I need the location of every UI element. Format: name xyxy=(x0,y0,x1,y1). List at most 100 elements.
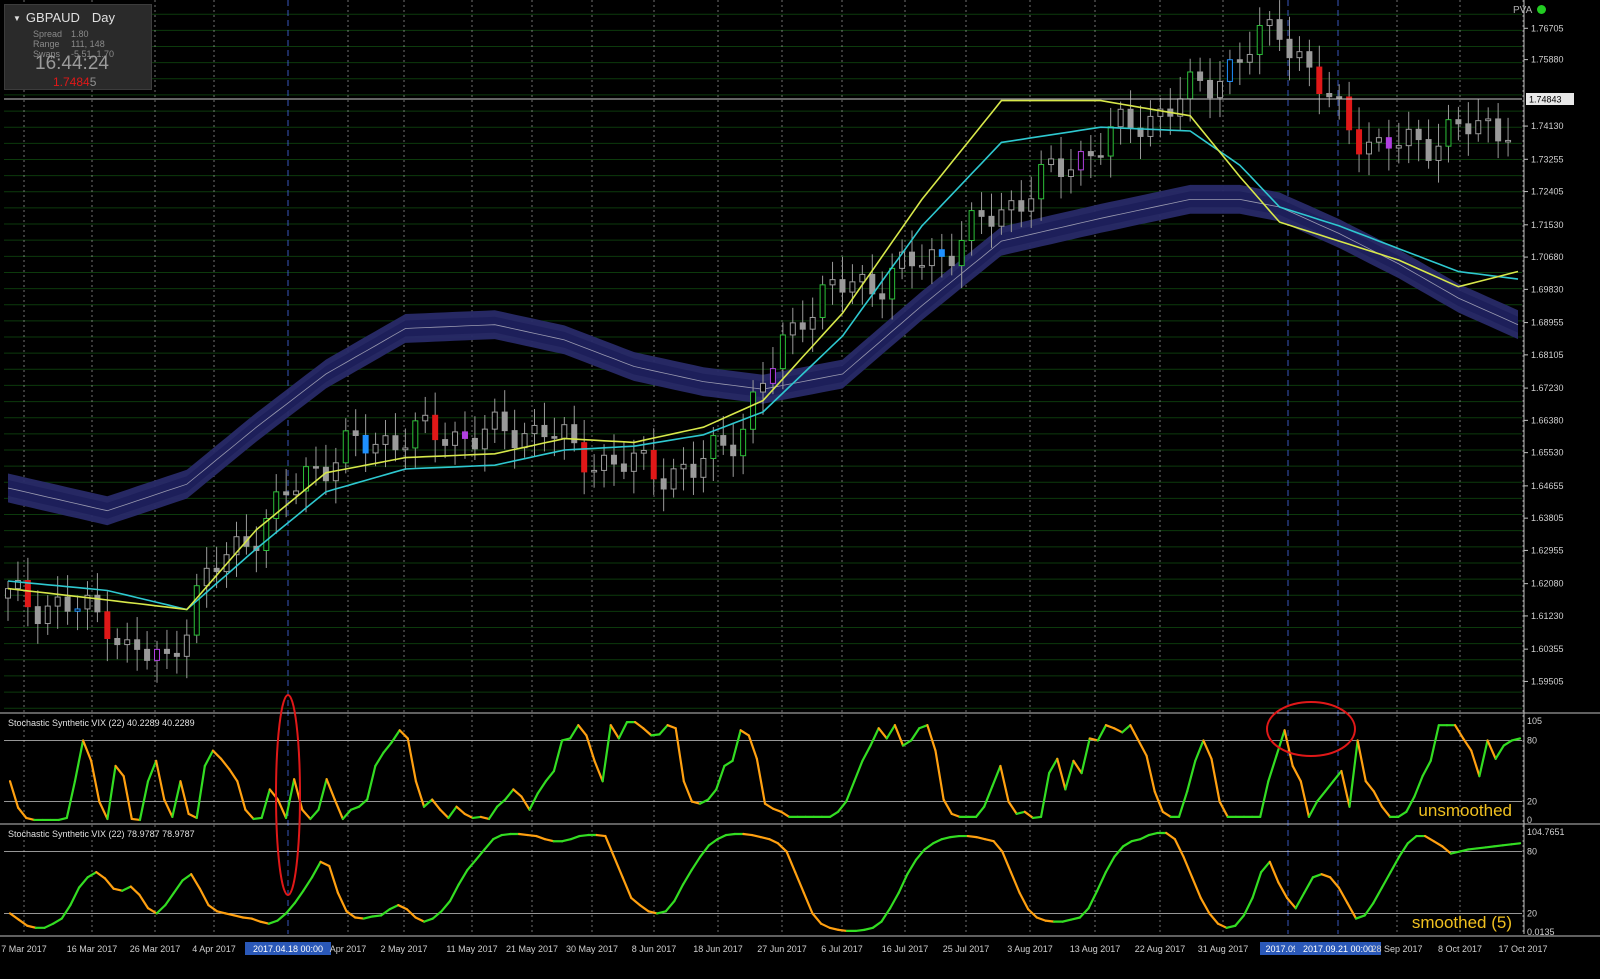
price-tick-label: 1.62955 xyxy=(1531,545,1564,555)
stoch-smoothed-segment xyxy=(578,833,590,838)
stoch-smoothed-segment xyxy=(595,833,607,838)
candle xyxy=(869,273,876,295)
candle xyxy=(958,240,965,267)
candle xyxy=(183,634,190,657)
candle xyxy=(94,594,101,613)
candle xyxy=(650,449,657,480)
candle xyxy=(283,491,290,496)
time-tick-label: 8 Oct 2017 xyxy=(1438,944,1482,954)
candle xyxy=(511,430,518,449)
candle xyxy=(978,210,985,217)
candle xyxy=(809,316,816,330)
candle xyxy=(1147,115,1154,137)
candle xyxy=(760,382,766,393)
candle xyxy=(601,454,608,471)
price-tick-label: 1.65530 xyxy=(1531,448,1564,458)
candle xyxy=(1356,129,1363,155)
candle xyxy=(24,580,31,608)
candle xyxy=(1067,169,1074,178)
candle xyxy=(362,434,369,454)
price-tick-label: 1.68105 xyxy=(1531,350,1564,360)
stoch-unsmoothed-annotation: unsmoothed xyxy=(1418,801,1512,820)
stoch-smoothed-title: Stochastic Synthetic VIX (22) 78.9787 78… xyxy=(8,829,195,839)
stoch-smoothed-segment xyxy=(1475,846,1487,850)
candle xyxy=(74,608,81,612)
price-last-digit: 5 xyxy=(89,75,97,89)
candle xyxy=(481,428,488,450)
candle xyxy=(779,334,786,370)
candle xyxy=(213,567,220,573)
time-tick-label: 6 Jul 2017 xyxy=(821,944,863,954)
candle xyxy=(1395,145,1402,149)
stoch-smoothed-segment xyxy=(1044,919,1056,923)
candle xyxy=(293,490,300,496)
stoch-unsmoothed-tick-label: 80 xyxy=(1527,735,1537,745)
candle xyxy=(1107,126,1114,157)
candle xyxy=(1187,71,1194,100)
price-tick-label: 1.76705 xyxy=(1531,23,1564,33)
candle xyxy=(1236,59,1243,63)
price-tick-label: 1.71530 xyxy=(1531,220,1564,230)
stoch-smoothed-segment xyxy=(949,834,961,839)
candle xyxy=(1455,119,1462,125)
price-tick-label: 1.63805 xyxy=(1531,513,1564,523)
price-tick-label: 1.60355 xyxy=(1531,644,1564,654)
candle xyxy=(1415,128,1422,141)
price-tick-label: 1.68955 xyxy=(1531,318,1564,328)
candle xyxy=(173,652,180,657)
time-tick-label: 28 Sep 2017 xyxy=(1371,944,1422,954)
candle xyxy=(1077,151,1084,171)
range-value: 111, 148 xyxy=(71,39,105,49)
candle xyxy=(432,414,439,441)
stoch-unsmoothed-segment xyxy=(130,817,141,822)
stoch-smoothed-segment xyxy=(854,928,866,933)
status-dot-icon xyxy=(1537,5,1547,14)
price-tick-label: 1.74130 xyxy=(1531,121,1564,131)
stoch-smoothed-segment xyxy=(1484,845,1496,849)
time-tick-label: 22 Aug 2017 xyxy=(1135,944,1186,954)
stoch-unsmoothed-segment xyxy=(650,733,661,737)
candle xyxy=(1266,19,1273,27)
price-tick-label: 1.72405 xyxy=(1531,187,1564,197)
time-tick-label: 17 Oct 2017 xyxy=(1498,944,1547,954)
stoch-smoothed-segment xyxy=(526,833,538,838)
candle xyxy=(342,430,349,464)
dropdown-triangle-icon[interactable]: ▼ xyxy=(13,14,21,23)
time-tick-label: 27 Jun 2017 xyxy=(757,944,807,954)
chart-canvas[interactable]: 1.76705 1.75880 1.74130 1.73255 1.72405 1.715… xyxy=(0,0,1600,974)
candle xyxy=(1246,53,1253,63)
time-tick-label: 13 Aug 2017 xyxy=(1070,944,1121,954)
time-tick-label: 3 Aug 2017 xyxy=(1007,944,1053,954)
candle xyxy=(581,442,588,473)
stoch-unsmoothed-tick-label: 20 xyxy=(1527,797,1537,807)
candle xyxy=(1216,80,1223,99)
candle xyxy=(44,605,51,625)
time-tick-label: 18 Jun 2017 xyxy=(693,944,743,954)
candle xyxy=(1346,96,1353,131)
price-main: 1.7484 xyxy=(53,75,90,89)
candle xyxy=(471,437,478,450)
current-price: 1.74845 xyxy=(53,75,96,89)
chart-root[interactable]: 1.76705 1.75880 1.74130 1.73255 1.72405 1.715… xyxy=(0,0,1600,974)
candle xyxy=(1127,108,1134,129)
price-tick-label: 1.70680 xyxy=(1531,252,1564,262)
price-tick-label: 1.73255 xyxy=(1531,154,1564,164)
candle xyxy=(690,463,697,478)
candle xyxy=(620,463,627,472)
symbol-info-panel[interactable]: ▼ GBPAUD Day Spread 1.80 Range 111, 148 Sw… xyxy=(4,4,152,90)
candle xyxy=(918,265,925,268)
spread-row: Spread 1.80 xyxy=(33,29,89,39)
candle xyxy=(1435,145,1442,161)
candle xyxy=(640,449,647,454)
candle xyxy=(1097,155,1104,158)
candle xyxy=(551,436,558,439)
stoch-smoothed-segment xyxy=(1493,844,1504,848)
time-tick-label: 30 May 2017 xyxy=(566,944,618,954)
timeframe-label: Day xyxy=(91,10,115,25)
candle xyxy=(1008,200,1015,211)
stoch-smoothed-segment xyxy=(725,832,736,837)
candle xyxy=(193,585,200,636)
stoch-unsmoothed-tick-label: 0 xyxy=(1527,815,1532,825)
stoch-smoothed-segment xyxy=(966,834,978,839)
time-tick-label: Apr 2017 xyxy=(330,944,367,954)
